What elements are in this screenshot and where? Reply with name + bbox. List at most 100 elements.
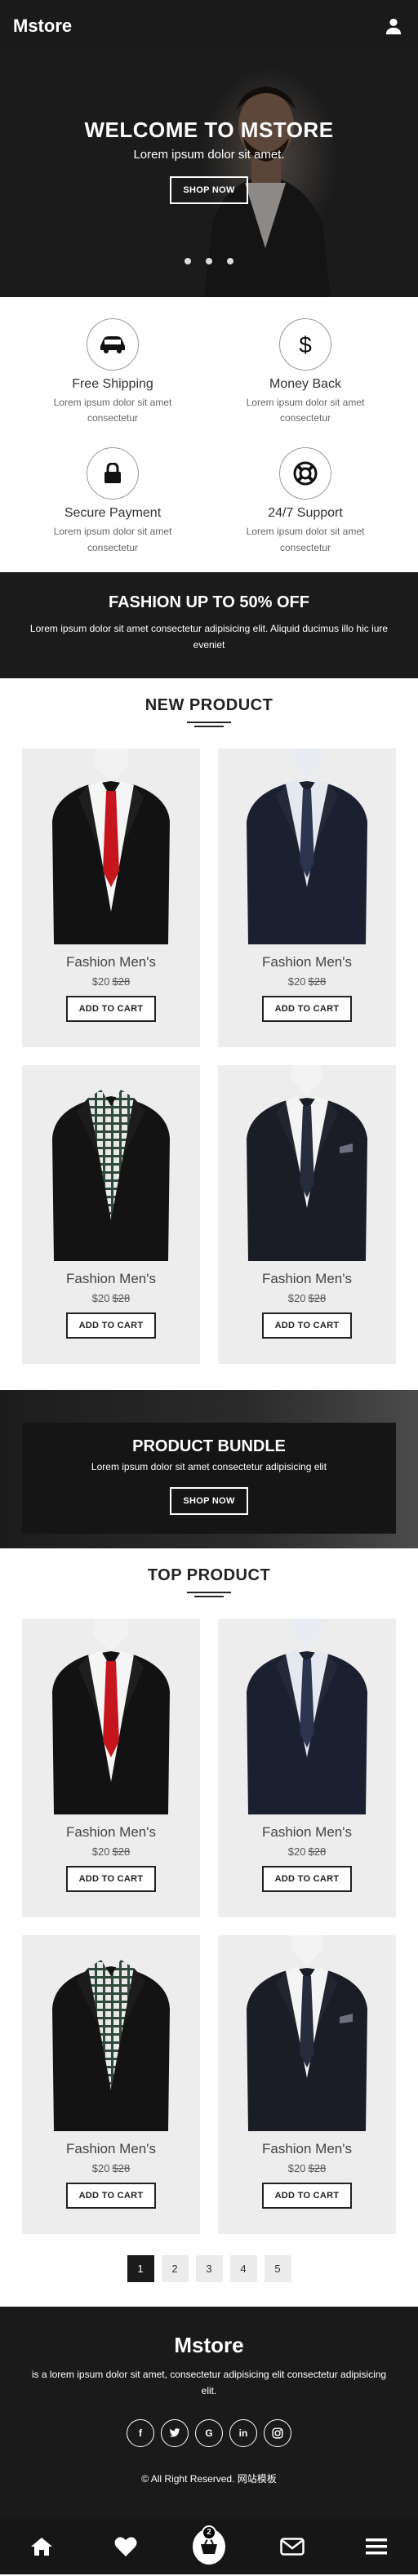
product-price: $20 $28 [218,2162,396,2174]
product-image[interactable] [218,1619,396,1814]
slider-dots [0,258,418,264]
current-price: $20 [287,1291,306,1304]
old-price: $28 [112,2161,131,2174]
feature-text: Lorem ipsum dolor sit amet consectetur [53,526,172,553]
section-title: TOP PRODUCT [147,1566,271,1584]
footer-text: is a lorem ipsum dolor sit amet, consect… [31,2368,387,2397]
current-price: $20 [287,975,306,988]
add-to-cart-button[interactable]: ADD TO CART [261,995,353,1022]
add-to-cart-button[interactable]: ADD TO CART [261,2182,353,2209]
product-card[interactable]: Fashion Men's $20 $28 ADD TO CART [22,1064,200,1364]
hero-subtitle: Lorem ipsum dolor sit amet. [133,148,285,162]
feature-title: Secure Payment [64,506,162,521]
cart-count-badge: 2 [201,2525,216,2540]
add-to-cart-button[interactable]: ADD TO CART [261,1312,353,1339]
old-price: $28 [308,1845,327,1858]
product-image[interactable] [22,1065,200,1261]
pagination: 1 2 3 4 5 [0,2234,418,2307]
current-price: $20 [91,2161,110,2174]
feature-title: Free Shipping [72,377,153,391]
google-icon[interactable]: G [195,2418,223,2447]
product-name[interactable]: Fashion Men's [22,1271,200,1287]
page-button-4[interactable]: 4 [229,2254,257,2282]
section-title: NEW PRODUCT [145,695,273,714]
product-price: $20 $28 [22,1845,200,1858]
product-card[interactable]: Fashion Men's $20 $28 ADD TO CART [218,1064,396,1364]
add-to-cart-button[interactable]: ADD TO CART [65,995,157,1022]
bundle-title: PRODUCT BUNDLE [132,1437,286,1455]
page-button-1[interactable]: 1 [127,2254,154,2282]
instagram-icon[interactable] [264,2418,291,2447]
product-image[interactable] [22,1935,200,2131]
product-price: $20 $28 [22,1292,200,1304]
title-underline [187,1591,231,1597]
promo-banner: FASHION UP TO 50% OFF Lorem ipsum dolor … [0,571,418,678]
product-card[interactable]: Fashion Men's $20 $28 ADD TO CART [218,748,396,1047]
feature-text: Lorem ipsum dolor sit amet consectetur [246,526,365,553]
product-image[interactable] [218,1935,396,2131]
cart-nav-item[interactable]: 2 [192,2525,225,2565]
linkedin-icon[interactable]: in [229,2418,257,2447]
product-name[interactable]: Fashion Men's [22,2141,200,2157]
product-image[interactable] [22,1619,200,1814]
product-grid: Fashion Men's $20 $28 ADD TO CART Fashion… [0,727,418,1364]
product-image[interactable] [218,1065,396,1261]
old-price: $28 [308,975,327,988]
product-card[interactable]: Fashion Men's $20 $28 ADD TO CART [22,1934,200,2234]
footer-brand: Mstore [174,2332,244,2357]
product-name[interactable]: Fashion Men's [22,1824,200,1841]
page-button-3[interactable]: 3 [195,2254,223,2282]
bottom-navigation: 2 [0,2518,418,2574]
product-name[interactable]: Fashion Men's [22,954,200,970]
facebook-icon[interactable]: f [127,2418,154,2447]
lifebuoy-icon [279,447,331,500]
current-price: $20 [287,2161,306,2174]
product-card[interactable]: Fashion Men's $20 $28 ADD TO CART [218,1934,396,2234]
heart-icon[interactable] [109,2530,142,2563]
mail-icon[interactable] [276,2530,309,2563]
feature-title: Money Back [269,377,342,391]
slider-dot[interactable] [206,258,212,264]
slider-dot[interactable] [227,258,233,264]
product-name[interactable]: Fashion Men's [218,1271,396,1287]
lock-icon [87,447,139,500]
old-price: $28 [308,2161,327,2174]
new-product-section: NEW PRODUCT Fashion Men's $20 $28 ADD TO … [0,678,418,1364]
hero-shop-now-button[interactable]: SHOP NOW [170,176,248,204]
shopping-basket-icon[interactable]: 2 [192,2525,225,2565]
product-image[interactable] [218,748,396,944]
product-name[interactable]: Fashion Men's [218,2141,396,2157]
page-button-5[interactable]: 5 [264,2254,291,2282]
home-icon[interactable] [25,2530,58,2563]
svg-text:$: $ [299,332,312,358]
add-to-cart-button[interactable]: ADD TO CART [65,1312,157,1339]
bundle-shop-now-button[interactable]: SHOP NOW [170,1486,248,1515]
brand-logo[interactable]: Mstore [13,16,72,37]
product-name[interactable]: Fashion Men's [218,954,396,970]
bundle-subtitle: Lorem ipsum dolor sit amet consectetur a… [91,1460,327,1472]
twitter-icon[interactable] [161,2418,189,2447]
product-card[interactable]: Fashion Men's $20 $28 ADD TO CART [22,748,200,1047]
user-icon[interactable] [382,15,405,38]
current-price: $20 [91,1291,110,1304]
add-to-cart-button[interactable]: ADD TO CART [261,1865,353,1892]
feature-money-back: $ Money Back Lorem ipsum dolor sit amet … [209,318,402,426]
product-card[interactable]: Fashion Men's $20 $28 ADD TO CART [22,1618,200,1917]
product-name[interactable]: Fashion Men's [218,1824,396,1841]
feature-support: 24/7 Support Lorem ipsum dolor sit amet … [209,447,402,555]
product-image[interactable] [22,748,200,944]
product-price: $20 $28 [218,1845,396,1858]
slider-dot[interactable] [185,258,191,264]
add-to-cart-button[interactable]: ADD TO CART [65,2182,157,2209]
product-grid: Fashion Men's $20 $28 ADD TO CART Fashion… [0,1597,418,2234]
feature-secure-payment: Secure Payment Lorem ipsum dolor sit ame… [16,447,209,555]
add-to-cart-button[interactable]: ADD TO CART [65,1865,157,1892]
menu-icon[interactable] [360,2530,393,2563]
truck-icon [87,318,139,371]
product-price: $20 $28 [22,2162,200,2174]
feature-text: Lorem ipsum dolor sit amet consectetur [246,397,365,424]
current-price: $20 [287,1845,306,1858]
dollar-icon: $ [279,318,331,371]
page-button-2[interactable]: 2 [161,2254,189,2282]
product-card[interactable]: Fashion Men's $20 $28 ADD TO CART [218,1618,396,1917]
